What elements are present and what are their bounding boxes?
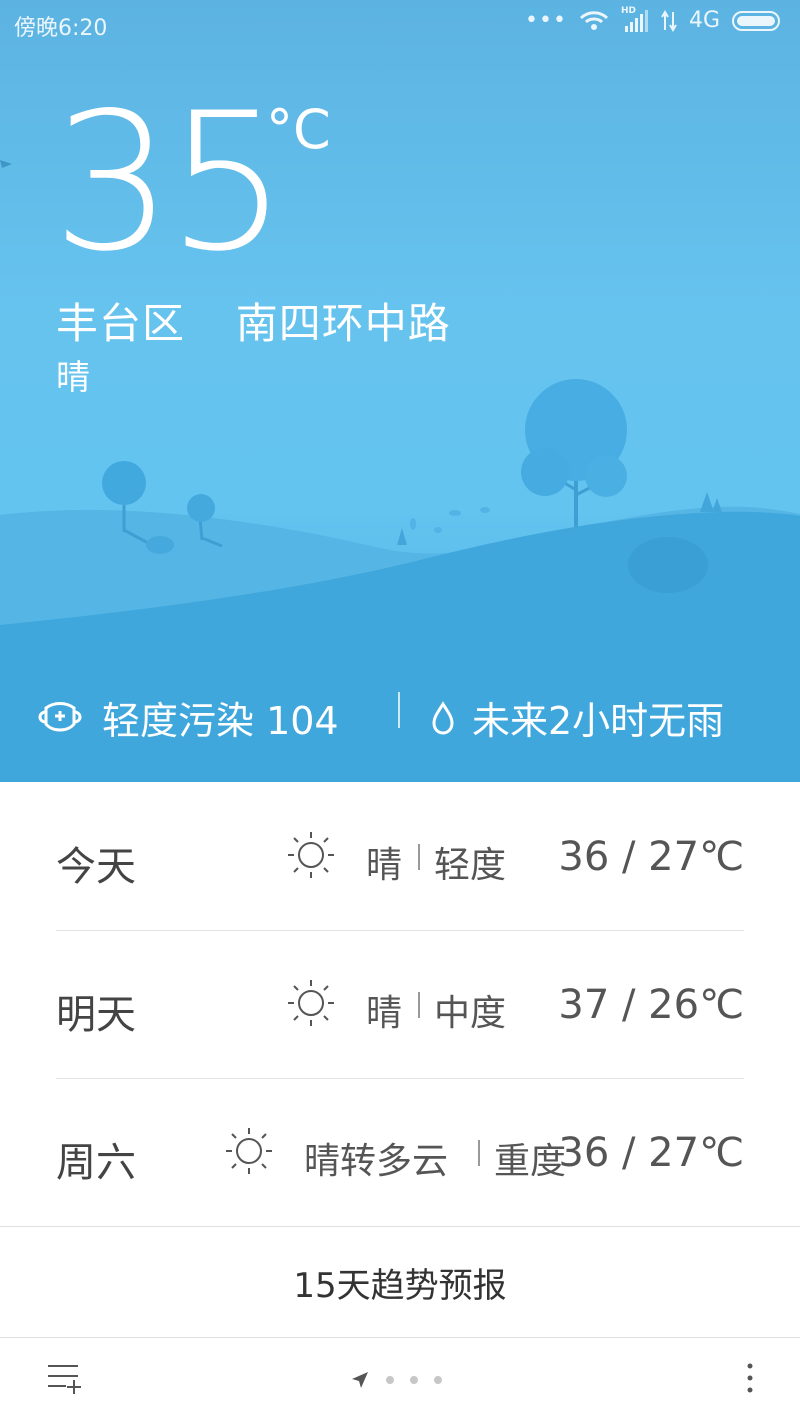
forecast-aqi: 重度 [494,1141,567,1182]
battery-icon [732,10,780,31]
forecast-condition: 晴转多云 [304,1141,449,1182]
page-dot [434,1376,442,1384]
sun-icon [288,832,334,878]
forecast-day: 今天 [56,844,136,890]
forecast-row[interactable]: 周六 晴转多云 重度 36 / 27℃ [56,1078,744,1226]
signal-icon: HD [621,6,649,32]
location-arrow-icon [352,1372,368,1388]
sun-icon [226,1128,272,1174]
wifi-icon [579,10,609,30]
forecast-temperature-range: 36 / 27℃ [558,1130,744,1176]
page-dot [386,1376,394,1384]
forecast-aqi: 中度 [434,993,507,1034]
current-condition: 晴 [56,358,90,398]
status-time: 傍晚6:20 [14,16,108,41]
water-drop-icon [432,700,454,735]
bottom-bar [0,1338,800,1422]
status-icons: ••• HD 4G [525,6,782,33]
forecast-day: 明天 [56,992,136,1038]
temperature-value: 35 [52,72,288,293]
forecast-row[interactable]: 明天 晴 中度 37 / 26℃ [56,930,744,1078]
page-dot [410,1376,418,1384]
forecast-temperature-range: 37 / 26℃ [558,982,744,1028]
trend-forecast-button[interactable]: 15天趋势预报 [0,1228,800,1336]
current-temperature: 35 °C [52,72,331,293]
city-list-icon[interactable] [46,1360,82,1396]
forecast-day: 周六 [56,1140,136,1186]
forecast-separator [418,992,420,1018]
forecast-separator [418,844,420,870]
more-vertical-icon[interactable] [744,1360,756,1396]
page-indicator [350,1370,442,1390]
info-divider [398,692,400,728]
forecast-separator [478,1140,480,1166]
forecast-condition: 晴 [366,993,403,1034]
section-divider [0,1226,800,1227]
weather-hero: 傍晚6:20 ••• HD 4G 35 °C 丰台区 南四环中路 晴 轻度污染 … [0,0,800,782]
street-name: 南四环中路 [235,299,451,348]
air-quality-text: 轻度污染 104 [102,699,339,743]
forecast-temperature-range: 36 / 27℃ [558,834,744,880]
forecast-aqi: 轻度 [434,845,507,886]
info-bar: 轻度污染 104 未来2小时无雨 [0,670,800,750]
mask-icon [38,701,82,731]
district-name: 丰台区 [56,299,186,348]
rain-forecast-text: 未来2小时无雨 [472,699,725,743]
forecast-condition: 晴 [366,845,403,886]
location-name[interactable]: 丰台区 南四环中路 [56,290,451,351]
network-type: 4G [688,8,720,33]
temperature-unit: °C [266,98,331,161]
rain-forecast[interactable]: 未来2小时无雨 [430,690,724,745]
forecast-row[interactable]: 今天 晴 轻度 36 / 27℃ [56,782,744,930]
status-bar: 傍晚6:20 ••• HD 4G [0,0,800,46]
data-arrows-icon [661,9,677,32]
air-quality[interactable]: 轻度污染 104 [36,690,339,745]
sun-icon [288,980,334,1026]
more-dots-icon: ••• [525,8,567,33]
